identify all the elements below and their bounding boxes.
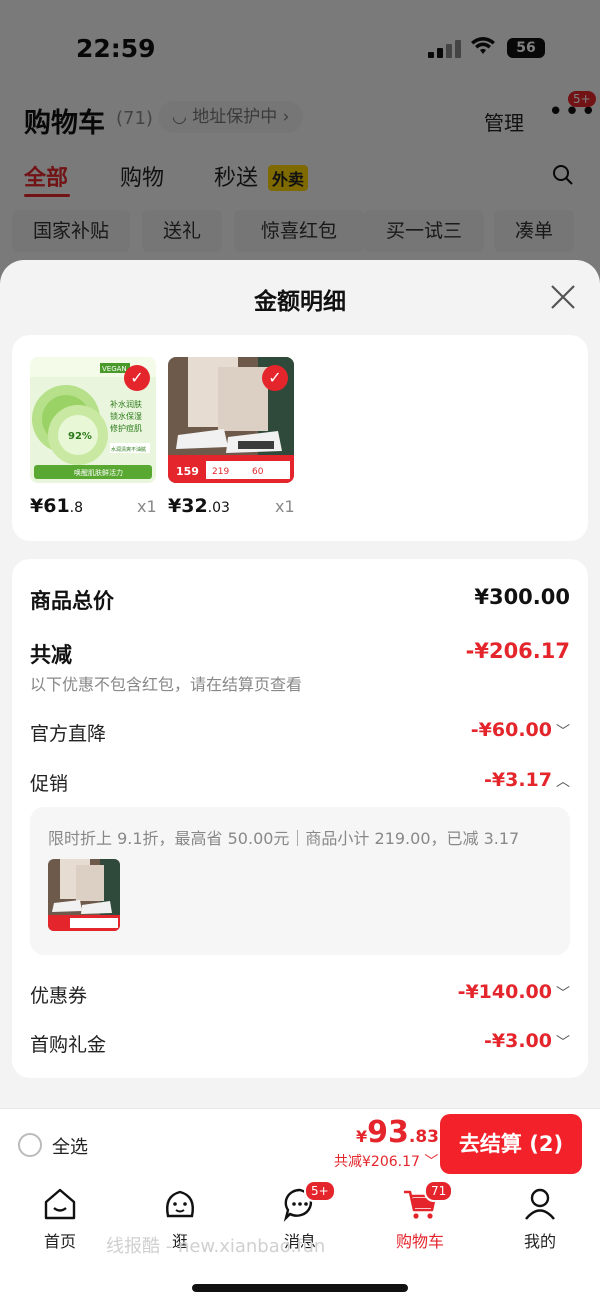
product-price-2: ¥32.03 <box>168 495 230 517</box>
reduce-label: 共减 <box>30 643 72 667</box>
promo-description: 限时折上 9.1折，最高省 50.00元｜商品小计 219.00，已减 3.17 <box>48 829 520 848</box>
message-icon: 5+ <box>282 1180 336 1222</box>
sheet-title: 金额明细 <box>254 289 346 315</box>
reduce-value: -¥206.17 <box>465 639 570 663</box>
thumb-text-4: 水润清爽不油腻 <box>111 446 146 453</box>
reduce-note: 以下优惠不包含红包，请在结算页查看 <box>30 675 303 694</box>
watermark: 线报酷 - new.xianbao.fun <box>106 1236 326 1257</box>
first-purchase-row[interactable]: 首购礼金 -¥3.00 ﹀ <box>30 1030 570 1058</box>
thumb-text-2: 锁水保湿 <box>110 411 142 421</box>
promo-value: -¥3.17 <box>484 769 552 791</box>
checkout-button[interactable]: 去结算 (2) <box>440 1114 582 1174</box>
percent-92: 92% <box>68 431 92 442</box>
selected-check-icon[interactable]: ✓ <box>262 365 288 391</box>
shoe-price-159: 159 <box>176 465 199 478</box>
shoe-discount-60: 60 <box>252 467 264 477</box>
direct-discount-label: 官方直降 <box>30 723 107 745</box>
total-price-row: 商品总价 ¥300.00 <box>30 585 570 615</box>
promo-row[interactable]: 促销 -¥3.17 ︿ <box>30 769 570 797</box>
cart-icon: 71 <box>402 1180 454 1222</box>
shoe-price-219: 219 <box>212 467 229 477</box>
face-icon <box>162 1186 198 1222</box>
reduce-row: 共减 -¥206.17 <box>30 639 570 669</box>
checkout-bar: 全选 ¥93.83 共减¥206.17 ﹀ 去结算 (2) <box>0 1108 600 1178</box>
cart-badge: 71 <box>424 1180 454 1202</box>
checkout-total: ¥93.83 <box>356 1115 440 1150</box>
tab-home[interactable]: 首页 <box>20 1186 100 1252</box>
tab-cart-label: 购物车 <box>395 1232 444 1251</box>
promo-label: 促销 <box>30 773 69 795</box>
direct-discount-value: -¥60.00 <box>470 719 552 741</box>
tab-profile[interactable]: 我的 <box>500 1186 580 1252</box>
promo-product-thumbnail[interactable] <box>48 859 120 931</box>
close-icon[interactable] <box>548 282 578 312</box>
price-breakdown-card: 商品总价 ¥300.00 共减 -¥206.17 以下优惠不包含红包，请在结算页… <box>12 559 588 1078</box>
total-price-label: 商品总价 <box>30 589 114 613</box>
selected-check-icon[interactable]: ✓ <box>124 365 150 391</box>
product-qty-2: x1 <box>275 497 295 516</box>
total-price-value: ¥300.00 <box>474 585 570 609</box>
profile-icon <box>522 1186 558 1222</box>
first-purchase-value: -¥3.00 <box>484 1030 552 1052</box>
select-all-label[interactable]: 全选 <box>52 1133 88 1159</box>
tab-cart[interactable]: 71 购物车 <box>380 1180 460 1252</box>
tab-home-label: 首页 <box>43 1232 76 1251</box>
selected-products-card: VEGAN 92% 补水润肤 锁水保湿 修护痘肌 水润清爽不油腻 唤醒肌肤鲜活力… <box>12 335 588 541</box>
product-qty-1: x1 <box>137 497 157 516</box>
thumb-text-1: 补水润肤 <box>110 399 142 409</box>
home-indicator <box>192 1284 408 1292</box>
first-purchase-label: 首购礼金 <box>30 1034 107 1056</box>
chevron-down-icon: ﹀ <box>556 1035 570 1051</box>
coupon-label: 优惠券 <box>30 985 88 1007</box>
coupon-row[interactable]: 优惠券 -¥140.00 ﹀ <box>30 981 570 1009</box>
checkout-saved[interactable]: 共减¥206.17 ﹀ <box>334 1151 438 1171</box>
chevron-down-icon: ﹀ <box>424 1154 439 1170</box>
chevron-down-icon: ﹀ <box>556 724 570 740</box>
thumb-text-3: 修护痘肌 <box>110 423 142 433</box>
thumb-text-5: 唤醒肌肤鲜活力 <box>74 468 123 477</box>
product-thumbnail-shoes[interactable]: 159 219 60 ✓ <box>168 357 294 483</box>
messages-badge: 5+ <box>304 1180 336 1202</box>
dim-overlay[interactable] <box>0 0 600 300</box>
home-icon <box>42 1186 78 1222</box>
chevron-up-icon: ︿ <box>556 774 570 790</box>
direct-discount-row[interactable]: 官方直降 -¥60.00 ﹀ <box>30 719 570 747</box>
promo-detail-box: 限时折上 9.1折，最高省 50.00元｜商品小计 219.00，已减 3.17 <box>30 807 570 955</box>
amount-detail-sheet: 金额明细 VEGAN 92% 补水润肤 锁水保湿 修护痘肌 水润清爽不油腻 唤醒… <box>0 260 600 1108</box>
chevron-down-icon: ﹀ <box>556 986 570 1002</box>
select-all-radio[interactable] <box>18 1133 42 1157</box>
coupon-value: -¥140.00 <box>457 981 552 1003</box>
vegan-tag: VEGAN <box>102 365 127 373</box>
tab-profile-label: 我的 <box>523 1232 556 1251</box>
product-price-1: ¥61.8 <box>30 495 84 517</box>
product-thumbnail-gel[interactable]: VEGAN 92% 补水润肤 锁水保湿 修护痘肌 水润清爽不油腻 唤醒肌肤鲜活力… <box>30 357 156 483</box>
